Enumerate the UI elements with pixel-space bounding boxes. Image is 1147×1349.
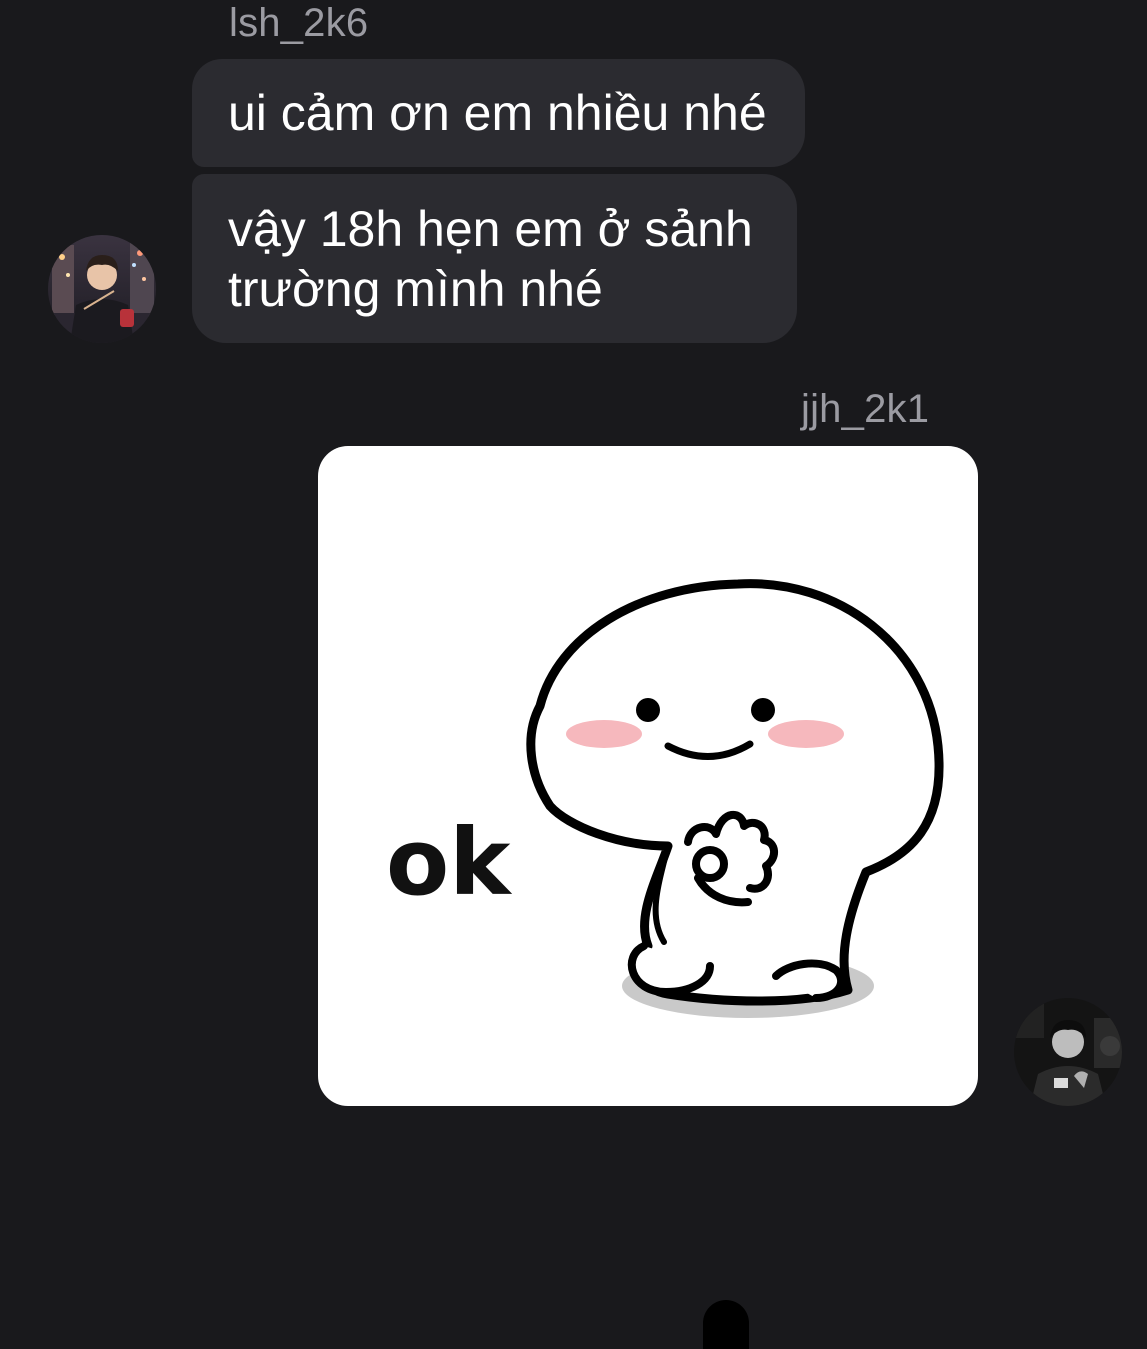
- outgoing-sender-name: jjh_2k1: [801, 387, 930, 431]
- incoming-avatar[interactable]: [48, 235, 156, 343]
- incoming-sender-name: lsh_2k6: [229, 1, 369, 45]
- incoming-message-bubble[interactable]: ui cảm ơn em nhiều nhé: [192, 59, 805, 167]
- ok-sticker[interactable]: ok: [318, 446, 978, 1106]
- person-photo-avatar-icon: [48, 235, 156, 343]
- outgoing-avatar[interactable]: [1014, 998, 1122, 1106]
- person-photo-avatar-icon: [1014, 998, 1122, 1106]
- incoming-message-bubble[interactable]: vậy 18h hẹn em ở sảnh trường mình nhé: [192, 174, 797, 343]
- message-text: vậy 18h hẹn em ở sảnh trường mình nhé: [228, 200, 753, 317]
- partial-bottom-element: [703, 1300, 749, 1349]
- sticker-ok-text: ok: [386, 809, 512, 916]
- chat-screen: lsh_2k6 ui cảm ơn em nhiều nhé vậy 18h h…: [0, 0, 1147, 1349]
- message-text: ui cảm ơn em nhiều nhé: [228, 85, 767, 141]
- smiling-blob-ok-hand-sticker-icon: ok: [386, 579, 944, 1018]
